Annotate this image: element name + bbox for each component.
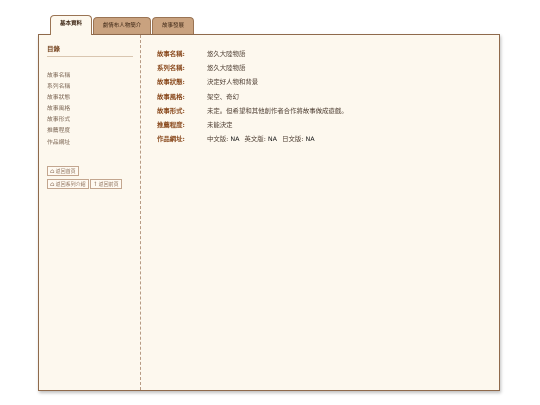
url-en-value[interactable]: NA [268, 135, 277, 143]
detail-label: 作品網址: [157, 135, 185, 144]
back-button[interactable]: ↑返回前頁 [89, 179, 122, 189]
detail-value: 悠久大陸物語 [207, 50, 246, 58]
detail-value: 未定。但希望和其他創作者合作將故事做成遊戲。 [207, 106, 348, 115]
tab-story-development[interactable]: 故事發展 [152, 17, 194, 35]
detail-label: 故事狀態: [157, 78, 185, 87]
sidebar-item-story-format[interactable]: 故事形式 [47, 115, 70, 126]
sidebar-item-url[interactable]: 作品網址 [47, 138, 70, 149]
home-icon: ⌂ [50, 168, 55, 175]
url-en-label: 英文版: [244, 135, 266, 144]
detail-label: 故事名稱: [157, 50, 185, 58]
detail-value: 架空、奇幻 [207, 92, 239, 101]
sidebar-item-story-style[interactable]: 故事風格 [47, 104, 70, 115]
sidebar-item-story-name[interactable]: 故事名稱 [47, 71, 70, 82]
sidebar-list: 故事名稱 系列名稱 故事狀態 故事風格 故事形式 推薦程度 作品網址 [47, 71, 70, 149]
detail-value-urls: 中文版: NA 英文版: NA 日文版: NA [207, 134, 320, 143]
detail-value: 未能決定 [207, 120, 233, 129]
detail-label: 故事風格: [157, 92, 185, 101]
detail-label: 系列名稱: [157, 64, 185, 73]
sidebar-item-story-status[interactable]: 故事狀態 [47, 93, 70, 104]
home-button[interactable]: ⌂返回首頁 [47, 166, 79, 176]
nav-button-row-2: ⌂返回系列介紹 ↑返回前頁 [47, 179, 123, 198]
home-icon: ⌂ [50, 181, 55, 188]
url-jp-label: 日文版: [282, 135, 304, 144]
back-button-label: 返回前頁 [98, 182, 119, 188]
sidebar-title: 目錄 [47, 43, 133, 57]
series-button-label: 返回系列介紹 [55, 182, 86, 188]
detail-value: 決定好人物和背景 [207, 78, 259, 87]
tab-characters[interactable]: 劇情布人物簡介 [93, 17, 151, 35]
sidebar-item-rating[interactable]: 推薦程度 [47, 126, 70, 137]
url-cn-label: 中文版: [207, 135, 229, 144]
detail-value: 悠久大陸物語 [207, 64, 246, 73]
detail-label: 推薦程度: [157, 120, 185, 129]
sidebar: 目錄 故事名稱 系列名稱 故事狀態 故事風格 故事形式 推薦程度 作品網址 ⌂返… [39, 35, 141, 390]
detail-label: 故事形式: [157, 106, 185, 115]
sidebar-item-series-name[interactable]: 系列名稱 [47, 82, 70, 93]
tab-basic-info[interactable]: 基本資料 [50, 15, 92, 35]
home-button-label: 返回首頁 [55, 169, 76, 175]
series-button[interactable]: ⌂返回系列介紹 [47, 179, 89, 189]
url-jp-value[interactable]: NA [305, 135, 314, 143]
up-arrow-icon: ↑ [92, 181, 98, 188]
url-cn-value[interactable]: NA [230, 135, 239, 143]
main-panel: 目錄 故事名稱 系列名稱 故事狀態 故事風格 故事形式 推薦程度 作品網址 ⌂返… [38, 34, 500, 391]
